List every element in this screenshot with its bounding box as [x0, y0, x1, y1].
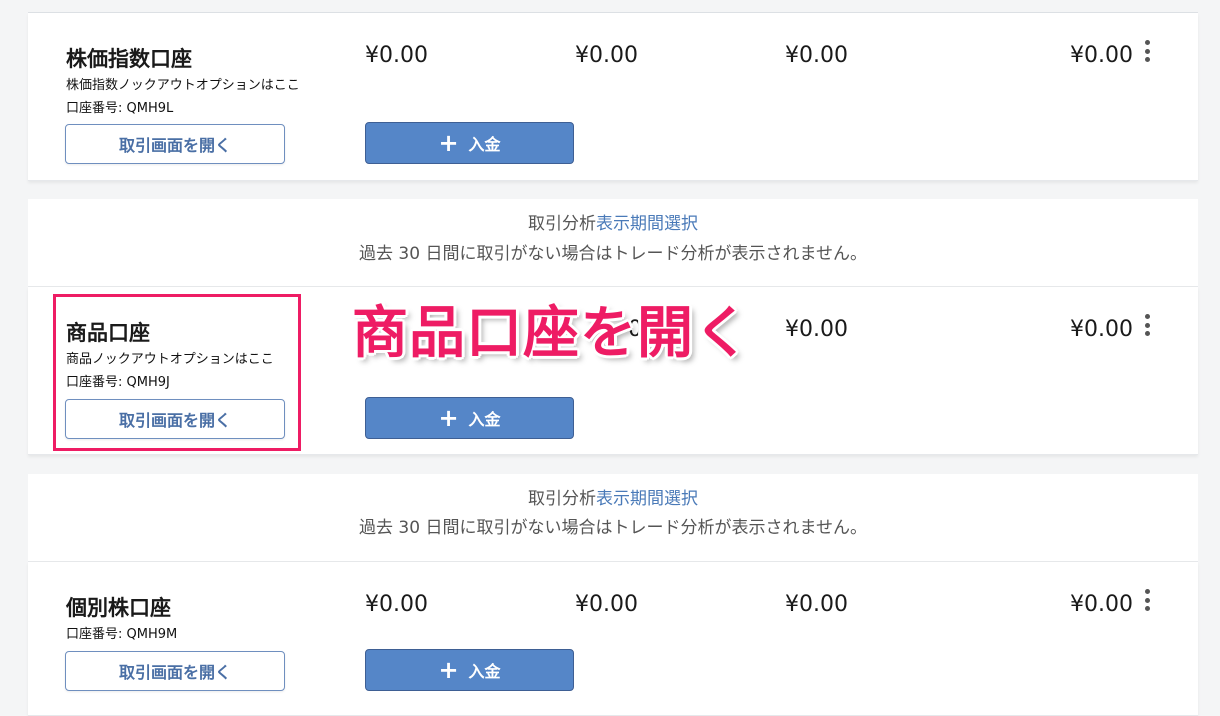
account-name: 商品口座: [66, 321, 150, 345]
analysis-title: 取引分析: [528, 214, 596, 234]
account-card-index: 株価指数口座 株価指数ノックアウトオプションはここ 口座番号: QMH9L ¥0…: [28, 13, 1198, 181]
amount-value: ¥0.00: [785, 43, 848, 68]
analysis-note: 過去 30 日間に取引がない場合はトレード分析が表示されません。: [359, 518, 867, 538]
analysis-header: 取引分析表示期間選択: [28, 209, 1198, 234]
amount-value: ¥0.00: [365, 592, 428, 617]
deposit-button[interactable]: + 入金: [365, 649, 574, 691]
more-options-icon[interactable]: [1142, 314, 1152, 336]
deposit-button[interactable]: + 入金: [365, 122, 574, 164]
amount-value: ¥0.00: [1070, 317, 1133, 342]
plus-icon: +: [438, 129, 459, 157]
trade-analysis-panel: 取引分析表示期間選択 過去 30 日間に取引がない場合はトレード分析が表示されま…: [28, 199, 1198, 287]
analysis-title: 取引分析: [528, 489, 596, 509]
amount-value: ¥0.00: [1070, 592, 1133, 617]
more-options-icon[interactable]: [1142, 589, 1152, 611]
analysis-header: 取引分析表示期間選択: [28, 484, 1198, 509]
more-options-icon[interactable]: [1142, 40, 1152, 62]
amount-value: ¥0.00: [575, 43, 638, 68]
analysis-note: 過去 30 日間に取引がない場合はトレード分析が表示されません。: [359, 244, 867, 264]
account-number: 口座番号: QMH9J: [66, 375, 170, 390]
amount-value: ¥0.00: [575, 592, 638, 617]
amount-value: ¥0.00: [785, 317, 848, 342]
plus-icon: +: [438, 656, 459, 684]
period-select-link[interactable]: 表示期間選択: [596, 489, 698, 509]
open-trading-screen-button[interactable]: 取引画面を開く: [65, 124, 285, 164]
amount-value: ¥0.00: [365, 43, 428, 68]
account-description: 商品ノックアウトオプションはここ: [66, 352, 274, 367]
account-number: 口座番号: QMH9M: [66, 627, 178, 642]
account-name: 株価指数口座: [66, 47, 192, 71]
period-select-link[interactable]: 表示期間選択: [596, 214, 698, 234]
plus-icon: +: [438, 404, 459, 432]
deposit-label: 入金: [468, 135, 501, 154]
deposit-button[interactable]: + 入金: [365, 397, 574, 439]
amount-value: ¥0.00: [785, 592, 848, 617]
open-trading-screen-button[interactable]: 取引画面を開く: [65, 399, 285, 439]
account-description: 株価指数ノックアウトオプションはここ: [66, 78, 300, 93]
deposit-label: 入金: [468, 410, 501, 429]
amount-value: ¥0.00: [1070, 43, 1133, 68]
deposit-label: 入金: [468, 662, 501, 681]
account-card-stock: 個別株口座 口座番号: QMH9M ¥0.00 ¥0.00 ¥0.00 ¥0.0…: [28, 562, 1198, 716]
account-name: 個別株口座: [66, 596, 171, 620]
account-number: 口座番号: QMH9L: [66, 101, 174, 116]
open-trading-screen-button[interactable]: 取引画面を開く: [65, 651, 285, 691]
annotation-title: 商品口座を開く: [352, 301, 751, 366]
trade-analysis-panel: 取引分析表示期間選択 過去 30 日間に取引がない場合はトレード分析が表示されま…: [28, 474, 1198, 562]
